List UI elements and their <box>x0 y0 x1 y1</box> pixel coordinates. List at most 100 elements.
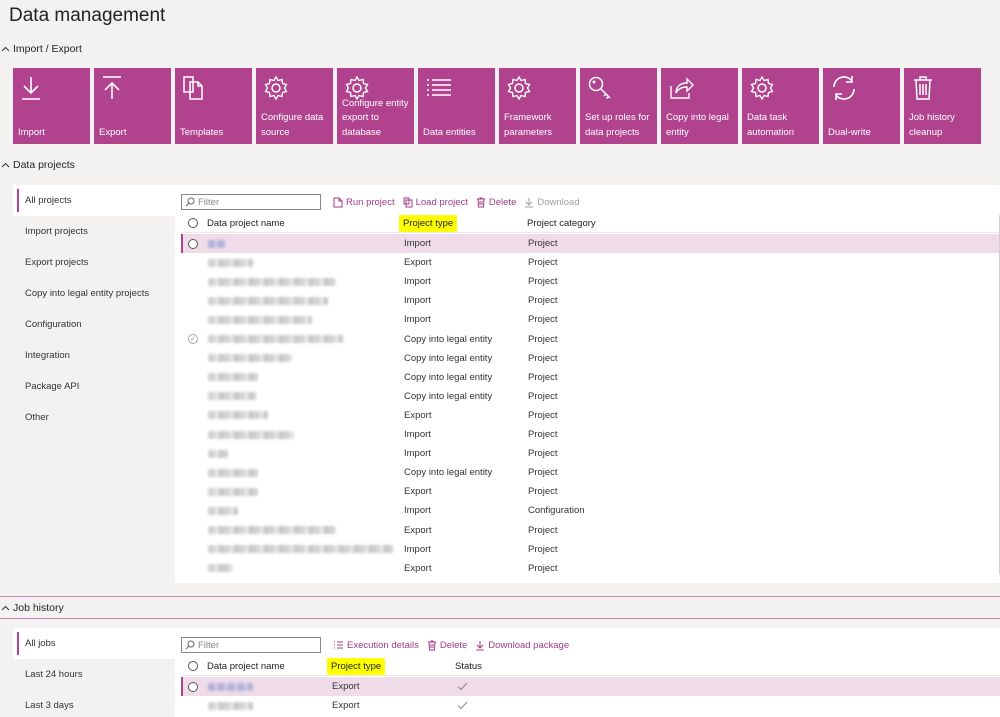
nav-copy-into-legal-entity-projects[interactable]: Copy into legal entity projects <box>13 278 175 309</box>
tile-dual-write[interactable]: Dual-write <box>823 68 900 144</box>
table-row[interactable]: Export <box>181 677 1000 696</box>
tile-configure-entity-export[interactable]: Configure entity export to database <box>337 68 414 144</box>
cell-project-type: Import <box>404 448 431 460</box>
section-label: Job history <box>13 602 64 614</box>
cell-project-category: Project <box>528 371 558 383</box>
tile-job-history-cleanup[interactable]: Job history cleanup <box>904 68 981 144</box>
table-row[interactable]: Export Project <box>181 482 1000 501</box>
table-row[interactable]: Import Project <box>181 272 1000 291</box>
col-project-type[interactable]: Project type <box>327 657 386 675</box>
tile-framework-parameters[interactable]: Framework parameters <box>499 68 576 144</box>
blurred-text <box>208 526 336 534</box>
redacted-project-name <box>208 349 292 368</box>
redacted-project-name <box>208 540 393 559</box>
nav-last-3-days[interactable]: Last 3 days <box>13 690 175 717</box>
section-divider <box>0 618 1000 619</box>
table-row[interactable]: Export Project <box>181 406 1000 425</box>
row-select[interactable] <box>188 234 198 253</box>
redacted-project-name <box>208 368 258 387</box>
cell-project-type: Import <box>404 543 431 555</box>
nav-other[interactable]: Other <box>13 402 175 433</box>
cell-project-category: Project <box>528 352 558 364</box>
copy-icon <box>403 197 413 207</box>
filter-input[interactable]: Filter <box>181 637 321 653</box>
nav-export-projects[interactable]: Export projects <box>13 247 175 278</box>
tile-import[interactable]: Import <box>13 68 90 144</box>
nav-all-projects[interactable]: All projects <box>13 185 175 216</box>
table-row[interactable]: Copy into legal entity Project <box>181 387 1000 406</box>
download-package-button[interactable]: Download package <box>475 640 569 651</box>
page-title: Data management <box>9 5 166 26</box>
job-history-section-header[interactable]: Job history <box>0 600 64 616</box>
tile-label: Job history cleanup <box>909 112 955 138</box>
row-select[interactable] <box>188 677 198 696</box>
delete-button[interactable]: Delete <box>427 640 467 651</box>
nav-configuration[interactable]: Configuration <box>13 309 175 340</box>
nav-integration[interactable]: Integration <box>13 340 175 371</box>
nav-last-24-hours[interactable]: Last 24 hours <box>13 659 175 690</box>
table-row[interactable]: Import Configuration <box>181 501 1000 520</box>
row-select[interactable]: ✓ <box>188 330 198 349</box>
col-status[interactable]: Status <box>455 657 482 675</box>
cell-project-category: Project <box>528 295 558 307</box>
col-data-project-name[interactable]: Data project name <box>207 214 285 232</box>
data-projects-section-header[interactable]: Data projects <box>0 157 75 173</box>
table-row[interactable]: Export Project <box>181 521 1000 540</box>
row-radio[interactable] <box>188 681 198 692</box>
search-icon <box>185 640 195 650</box>
download-button[interactable]: Download <box>524 197 580 208</box>
run-project-button[interactable]: Run project <box>333 197 395 208</box>
trash-icon <box>914 76 932 100</box>
table-row[interactable]: Copy into legal entity Project <box>181 463 1000 482</box>
load-project-button[interactable]: Load project <box>403 197 468 208</box>
table-row[interactable]: Export <box>181 696 1000 715</box>
table-row[interactable]: Import Project <box>181 540 1000 559</box>
tile-data-entities[interactable]: Data entities <box>418 68 495 144</box>
table-row[interactable]: Copy into legal entity Project <box>181 349 1000 368</box>
col-data-project-name[interactable]: Data project name <box>207 657 285 675</box>
data-projects-nav: All projects Import projects Export proj… <box>13 185 175 583</box>
redacted-project-name <box>208 444 228 463</box>
nav-import-projects[interactable]: Import projects <box>13 216 175 247</box>
table-row[interactable]: Import Project <box>181 444 1000 463</box>
tile-data-task-automation[interactable]: Data task automation <box>742 68 819 144</box>
table-row[interactable]: Import Project <box>181 234 1000 253</box>
tile-configure-data-source[interactable]: Configure data source <box>256 68 333 144</box>
table-row[interactable]: Copy into legal entity Project <box>181 368 1000 387</box>
select-all-radio[interactable] <box>188 214 198 232</box>
row-radio[interactable] <box>188 238 198 249</box>
cell-project-category: Project <box>528 524 558 536</box>
table-row[interactable]: Export Project <box>181 559 1000 578</box>
blurred-text <box>208 506 238 515</box>
status-check-icon <box>457 696 468 715</box>
execution-details-button[interactable]: Execution details <box>333 640 419 651</box>
document-icon <box>333 197 343 207</box>
blurred-text <box>208 564 233 573</box>
cell-project-category: Project <box>528 543 558 555</box>
table-row[interactable]: Import Project <box>181 291 1000 310</box>
col-project-category[interactable]: Project category <box>527 214 596 232</box>
nav-package-api[interactable]: Package API <box>13 371 175 402</box>
table-row[interactable]: Import Project <box>181 425 1000 444</box>
tile-set-up-roles[interactable]: Set up roles for data projects <box>580 68 657 144</box>
cell-project-category: Project <box>528 409 558 421</box>
filter-input[interactable]: Filter <box>181 194 321 210</box>
tile-templates[interactable]: Templates <box>175 68 252 144</box>
tile-copy-into-legal-entity[interactable]: Copy into legal entity <box>661 68 738 144</box>
select-all-radio[interactable] <box>188 657 198 675</box>
import-export-section-header[interactable]: Import / Export <box>0 41 82 57</box>
delete-button[interactable]: Delete <box>476 197 516 208</box>
table-row[interactable]: ✓ Copy into legal entity Project <box>181 330 1000 349</box>
upload-icon <box>103 76 121 99</box>
tile-export[interactable]: Export <box>94 68 171 144</box>
delete-label: Delete <box>488 196 517 208</box>
execution-details-label: Execution details <box>347 639 419 651</box>
redacted-project-name <box>208 234 226 253</box>
redacted-project-name <box>208 425 294 444</box>
job-history-toolbar: Filter Execution details Delete Download… <box>181 636 569 654</box>
table-row[interactable]: Import Project <box>181 310 1000 329</box>
nav-all-jobs[interactable]: All jobs <box>13 628 175 659</box>
blurred-text <box>208 487 258 496</box>
table-row[interactable]: Export Project <box>181 253 1000 272</box>
col-project-type[interactable]: Project type <box>399 214 458 232</box>
